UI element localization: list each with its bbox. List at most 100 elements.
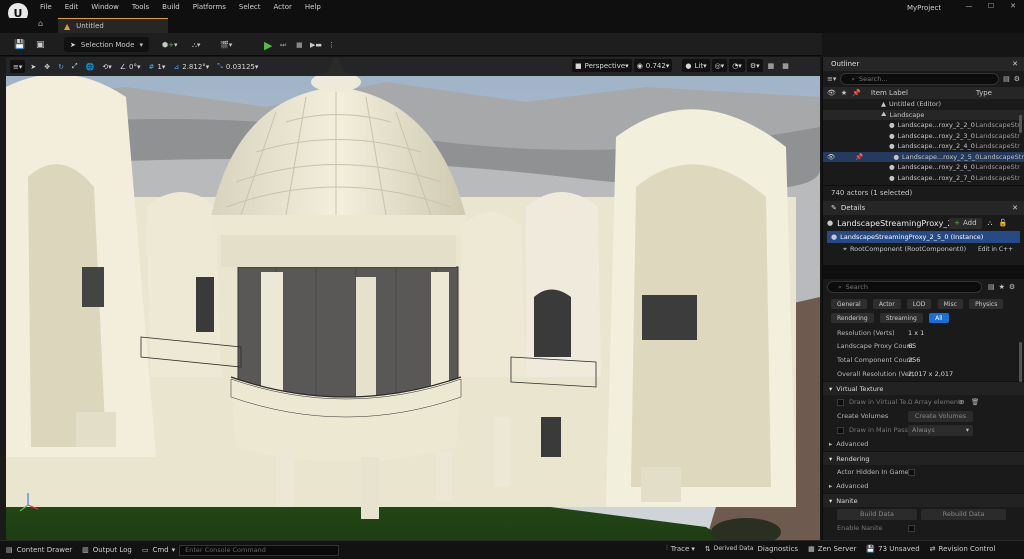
play-button[interactable]: ▶ [260,37,276,53]
settings-icon[interactable]: ⚙ [1014,75,1020,83]
list-item[interactable]: ▲ Untitled (Editor) [823,99,1024,110]
tab-untitled[interactable]: ▲ Untitled [58,18,168,33]
details-scrollbar[interactable] [1019,342,1022,382]
select-tool-button[interactable]: ➤ [27,60,39,73]
menu-file[interactable]: File [40,3,52,11]
derived-data-button[interactable]: ⇅ Derived Data [705,545,754,553]
checkbox[interactable] [837,426,844,434]
save-icon[interactable]: 💾 [10,37,29,53]
console-command-input[interactable]: Enter Console Command [179,544,340,556]
settings-dropdown[interactable]: ⚙▾ [746,59,763,72]
layout-button[interactable]: ▦ [765,59,778,72]
rebuild-data-button[interactable]: Rebuild Data [921,508,1006,520]
cinematics-button[interactable]: 🎬 ▾ [216,37,236,53]
col-type[interactable]: Type [976,89,992,97]
lit-dropdown[interactable]: ● Lit ▾ [682,59,710,72]
rotate-tool-button[interactable]: ↻ [55,60,67,73]
show-flags-dropdown[interactable]: ◎▾ [711,59,728,72]
close-icon[interactable]: ✕ [1012,204,1018,212]
instance-row[interactable]: ● LandscapeStreamingProxy_2_5_0 (Instanc… [827,231,1020,243]
build-data-button[interactable]: Build Data [837,508,917,520]
outliner-search-input[interactable]: ⌕ Search... [840,73,1000,85]
favorite-icon[interactable]: ★ [999,283,1005,291]
outliner-tab[interactable]: Outliner ✕ [823,57,1024,71]
list-item[interactable]: ● Landscape...roxy_2_7_0 LandscapeStr [823,173,1024,184]
content-browser-icon[interactable]: ▣ [32,37,49,53]
favorite-icon[interactable]: ★ [841,89,847,97]
zen-server-button[interactable]: ▦ Zen Server [808,545,856,553]
perspective-dropdown[interactable]: ■ Perspective ▾ [572,59,632,72]
layout-button-2[interactable]: ▦ [779,59,792,72]
details-search-input[interactable]: ⌕ Search [827,281,982,293]
filter-lod[interactable]: LOD [906,299,932,309]
settings-icon[interactable]: ⚙ [1009,283,1015,291]
translate-tool-button[interactable]: ✥ [41,60,53,73]
world-local-toggle[interactable]: 🌐 [83,60,98,73]
grid-snap-button[interactable]: #1 ▾ [146,60,169,73]
edit-in-cpp-link[interactable]: Edit in C++ [978,246,1013,253]
category-virtual-texture[interactable]: ▾ Virtual Texture [823,381,1024,395]
menu-platforms[interactable]: Platforms [193,3,226,11]
list-item[interactable]: ⛰ Landscape [823,109,1024,120]
list-item[interactable]: ● Landscape...roxy_2_2_0 LandscapeStr [823,120,1024,131]
menu-select[interactable]: Select [239,3,261,11]
viewport-menu-button[interactable]: ≡▾ [10,60,26,73]
menu-window[interactable]: Window [91,3,119,11]
launch-button[interactable]: ▶▬ [306,37,326,53]
filter-streaming[interactable]: Streaming [879,313,923,323]
add-element-icon[interactable]: ⊕ [959,398,964,406]
list-item[interactable]: ● Landscape...roxy_2_4_0 LandscapeStr [823,141,1024,152]
step-button[interactable]: ⏭ [276,37,290,53]
filter-general[interactable]: General [831,299,867,309]
scale-snap-button[interactable]: ⊿ 2.812° ▾ [170,60,212,73]
pin-icon[interactable]: 📌 [852,89,861,97]
menu-build[interactable]: Build [162,3,180,11]
enable-nanite-checkbox[interactable] [908,524,915,532]
stop-button[interactable]: ■ [292,37,307,53]
scalability-dropdown[interactable]: ◔▾ [729,59,745,72]
trash-icon[interactable]: 🗑 [971,398,979,406]
content-drawer-button[interactable]: ▤ Content Drawer [6,546,72,554]
filter-rendering[interactable]: Rendering [831,313,874,323]
scale-tool-button[interactable]: ⤢ [69,60,81,73]
blueprint-button[interactable]: ⛬ ▾ [188,37,204,53]
revision-control-button[interactable]: ⇄ Revision Control [930,545,996,553]
add-component-button[interactable]: + Add [949,217,982,229]
filter-all[interactable]: All [929,313,949,323]
add-actor-button[interactable]: ⬢ + ▾ [158,37,182,53]
actor-name[interactable]: LandscapeStreamingProxy_2 [837,219,952,228]
category-nanite[interactable]: ▾ Nanite [823,493,1024,507]
blueprint-icon[interactable]: ⛬ [988,219,993,228]
close-icon[interactable]: ✕ [1012,60,1018,68]
more-options-icon[interactable]: ⋮ [324,37,339,53]
col-item-label[interactable]: Item Label [871,89,976,97]
unsaved-button[interactable]: 💾 73 Unsaved [866,545,919,553]
category-rendering[interactable]: ▾ Rendering [823,451,1024,465]
filter-misc[interactable]: Misc [937,299,963,309]
trace-button[interactable]: ⫶ Trace ▾ [666,544,695,553]
selection-mode-dropdown[interactable]: ➤ Selection Mode ▾ [64,37,149,52]
visibility-icon[interactable]: 👁 [827,89,836,97]
advanced-expander[interactable]: ▸ Advanced [823,437,1024,451]
list-item-selected[interactable]: 👁 📌 ● Landscape...roxy_2_5_0 LandscapeStr [823,151,1024,162]
pin-icon[interactable]: 📌 [855,153,863,161]
filter-actor[interactable]: Actor [872,299,901,309]
surface-snap-button[interactable]: ⟲▾ [99,60,114,73]
home-icon[interactable]: ⌂ [38,19,43,28]
menu-tools[interactable]: Tools [132,3,149,11]
create-volumes-button[interactable]: Create Volumes [908,410,973,422]
visibility-icon[interactable]: 👁 [827,153,835,161]
actor-hidden-checkbox[interactable] [908,468,915,476]
minimize-icon[interactable]: — [958,2,980,10]
checkbox[interactable] [837,398,844,406]
table-view-icon[interactable]: ▤ [988,283,995,291]
cmd-dropdown[interactable]: ▭ Cmd ▾ [142,546,175,554]
filter-physics[interactable]: Physics [969,299,1004,309]
menu-edit[interactable]: Edit [65,3,79,11]
main-pass-dropdown[interactable]: Always ▾ [908,424,973,436]
root-component-row[interactable]: ⌖ RootComponent (RootComponent0) Edit in… [823,243,1024,255]
maximize-icon[interactable]: ☐ [980,2,1002,10]
output-log-button[interactable]: ▥ Output Log [82,546,132,554]
diagnostics-button[interactable]: Diagnostics [757,545,798,553]
level-viewport[interactable] [6,57,820,540]
